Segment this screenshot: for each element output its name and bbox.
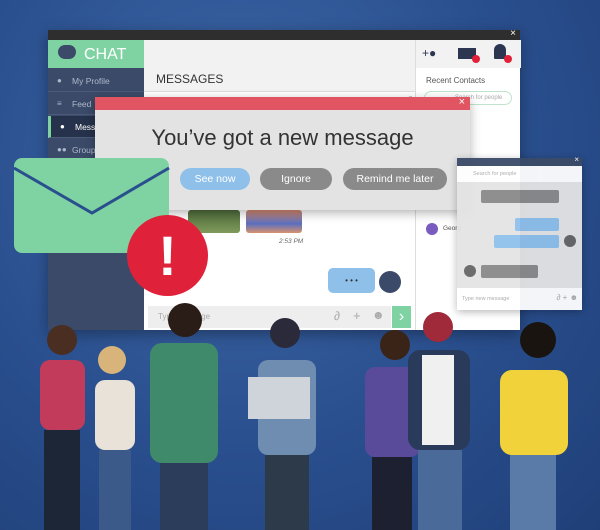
person <box>248 318 316 530</box>
typing-bubble: • • • <box>328 268 375 293</box>
chat-logo: CHAT <box>48 40 144 68</box>
alert-badge <box>472 55 480 63</box>
remind-later-button[interactable]: Remind me later <box>343 168 447 190</box>
popup-title-bar: × <box>95 96 470 110</box>
message-bubble <box>494 235 559 248</box>
add-user-icon[interactable]: +● <box>422 46 436 60</box>
avatar <box>426 223 438 235</box>
toolbar: +● <box>416 40 521 68</box>
group-icon: ●● <box>57 145 67 154</box>
close-icon[interactable]: × <box>459 96 465 108</box>
person <box>95 346 135 530</box>
popup-title: You’ve got a new message <box>151 125 414 150</box>
people-group-photo <box>40 303 568 530</box>
ignore-button[interactable]: Ignore <box>260 168 332 190</box>
message-bubble <box>481 265 538 278</box>
message-bubble <box>481 190 559 203</box>
messages-header: MESSAGES <box>144 40 415 92</box>
avatar <box>464 265 476 277</box>
see-now-button[interactable]: See now <box>180 168 250 190</box>
alert-icon: ! <box>127 215 208 296</box>
sidebar-item-my-profile[interactable]: ● My Profile <box>48 70 144 92</box>
shared-image[interactable] <box>246 210 302 233</box>
logo-text: CHAT <box>84 46 127 63</box>
title-bar: × <box>457 155 582 166</box>
close-icon[interactable]: × <box>510 28 516 39</box>
person <box>408 312 470 530</box>
page-title: MESSAGES <box>156 72 224 86</box>
sidebar-item-label: My Profile <box>72 76 110 86</box>
mini-chat-window: × Search for people Type new message ∂ + … <box>457 155 582 310</box>
person <box>40 325 85 530</box>
avatar <box>564 235 576 247</box>
alert-badge <box>504 55 512 63</box>
search-input[interactable]: Search for people <box>457 166 582 182</box>
avatar <box>379 271 401 293</box>
timestamp: 2:53 PM <box>279 238 304 245</box>
message-bubble <box>515 218 559 231</box>
menu-icon: ≡ <box>57 99 62 108</box>
chat-icon: ● <box>60 122 65 131</box>
recent-contacts-title: Recent Contacts <box>426 76 486 85</box>
title-bar: × <box>48 28 520 40</box>
close-icon[interactable]: × <box>574 155 579 164</box>
user-icon: ● <box>57 76 62 85</box>
chat-bubbles-icon <box>58 45 76 59</box>
person <box>150 303 218 530</box>
sidebar-item-label: Feed <box>72 99 92 109</box>
person <box>500 322 568 530</box>
